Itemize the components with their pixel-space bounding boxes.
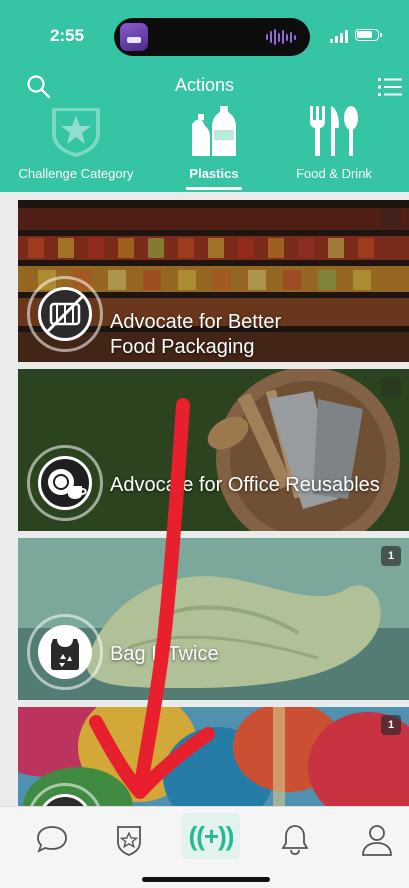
app-icon [120,23,148,51]
difficulty-badge [381,208,401,228]
tab-label: Plastics [189,166,239,181]
difficulty-badge: 1 [381,546,401,566]
action-title-line: Advocate for Office Reusables [110,474,380,496]
action-card-balloons[interactable]: 1 [18,707,409,806]
recycle-bag-icon [27,614,103,690]
chat-icon[interactable] [32,819,72,859]
status-bar: 2:55 [0,0,409,64]
action-title: Advocate for Office Reusables [110,473,380,498]
actions-list[interactable]: Advocate for Better Food Packaging Advoc… [0,192,409,806]
action-card-food-packaging[interactable]: Advocate for Better Food Packaging [18,200,409,362]
action-title: Advocate for Better Food Packaging [110,310,281,360]
list-view-icon[interactable] [378,76,402,98]
battery-icon [355,29,382,41]
active-tab-indicator [186,187,242,190]
add-action-icon[interactable]: ((+)) [182,813,240,859]
dish-cup-icon [27,445,103,521]
tab-food-drink[interactable]: Food & Drink [282,104,386,186]
no-packaging-icon [27,276,103,352]
audio-wave-icon [266,28,296,46]
tab-plastics[interactable]: Plastics [176,104,252,186]
cellular-signal-icon [330,30,348,43]
action-title-line: Advocate for Better [110,311,282,333]
profile-icon[interactable] [357,819,397,859]
add-action-label: ((+)) [188,820,235,851]
bell-icon[interactable] [275,819,315,859]
cutlery-icon [310,106,358,156]
page-title: Actions [174,75,235,95]
status-time: 2:55 [50,26,85,45]
action-title: Bag It Twice [110,642,219,667]
plastic-bottle-icon [192,106,236,156]
difficulty-badge: 1 [381,715,401,735]
tab-label: Food & Drink [296,166,372,181]
action-title-line: Food Packaging [110,336,255,358]
star-badge-icon[interactable] [109,819,149,859]
dynamic-island [114,18,310,56]
bottom-tab-bar: ((+)) [0,806,409,888]
action-card-bag-it-twice[interactable]: Bag It Twice 1 [18,538,409,700]
action-card-office-reusables[interactable]: Advocate for Office Reusables [18,369,409,531]
difficulty-badge [381,377,401,397]
home-indicator [142,877,270,882]
action-title-line: Bag It Twice [110,643,219,665]
tab-challenge-category[interactable]: Challenge Category [6,104,146,186]
star-shield-icon [52,108,100,157]
actions-header: Actions Challenge Category Plastics Food… [0,64,409,192]
tab-label: Challenge Category [18,166,134,181]
